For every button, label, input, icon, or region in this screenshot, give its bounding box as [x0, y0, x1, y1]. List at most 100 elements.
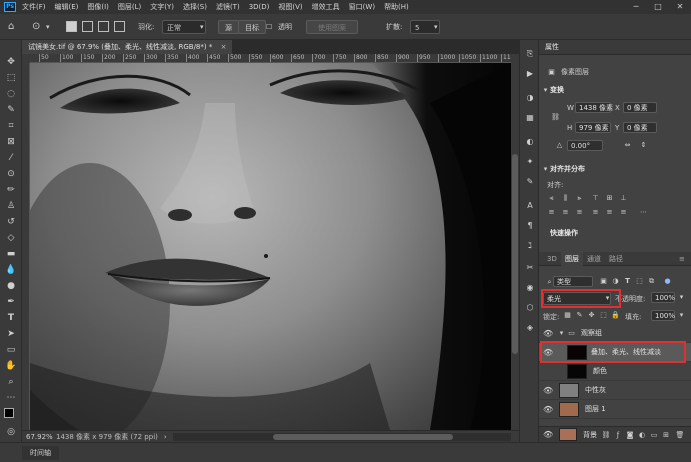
tab-paths[interactable]: 路径	[605, 252, 627, 266]
fx-icon[interactable]: ƒ	[613, 430, 623, 440]
trash-icon[interactable]: 🗑	[675, 430, 685, 440]
distribute-icon[interactable]: ≡	[619, 208, 628, 217]
foreground-color-swatch[interactable]	[4, 408, 14, 418]
home-icon[interactable]: ⌂	[8, 20, 14, 34]
layer-row[interactable]: 👁 中性灰	[539, 381, 691, 400]
eyedropper-tool-icon[interactable]: ⁄	[4, 152, 18, 165]
play-icon[interactable]: ▶	[524, 68, 536, 80]
align-middle-v-icon[interactable]: ⊞	[605, 194, 614, 203]
layer-filter-select[interactable]: 类型	[553, 276, 593, 287]
transparent-checkbox[interactable]: ☐	[266, 20, 272, 34]
intersect-selection-icon[interactable]	[114, 21, 125, 32]
patch-tool-icon[interactable]: ⊙	[32, 20, 40, 34]
lock-transparent-icon[interactable]: ▦	[563, 311, 572, 320]
tab-channels[interactable]: 通道	[583, 252, 605, 266]
fill-field[interactable]: 100%	[651, 310, 675, 321]
tab-layers[interactable]: 图层	[561, 252, 583, 266]
shape-tool-icon[interactable]: ▭	[4, 344, 18, 357]
y-field[interactable]: 0 像素	[623, 122, 657, 133]
swatches-icon[interactable]: ▦	[524, 112, 536, 124]
layer-comps-icon[interactable]: ◈	[524, 322, 536, 334]
lock-position-icon[interactable]: ✥	[587, 311, 596, 320]
marquee-tool-icon[interactable]: ⬚	[4, 72, 18, 85]
horizontal-scrollbar[interactable]	[172, 432, 511, 441]
maximize-button[interactable]: □	[647, 0, 669, 14]
lock-all-icon[interactable]: 🔒	[611, 311, 620, 320]
more-options-icon[interactable]: ⋯	[639, 208, 648, 217]
history-brush-tool-icon[interactable]: ↺	[4, 216, 18, 229]
menu-select[interactable]: 选择(S)	[183, 2, 207, 12]
navigator-icon[interactable]: ◉	[524, 282, 536, 294]
distribute-icon[interactable]: ≡	[561, 208, 570, 217]
brush-tool-icon[interactable]: ✏	[4, 184, 18, 197]
flip-vertical-icon[interactable]: ⇕	[639, 141, 648, 150]
path-select-tool-icon[interactable]: ➤	[4, 328, 18, 341]
height-field[interactable]: 979 像素	[575, 122, 611, 133]
horizontal-scroll-thumb[interactable]	[272, 433, 453, 440]
lasso-tool-icon[interactable]: ◌	[4, 88, 18, 101]
use-pattern-button[interactable]: 使用图案	[306, 20, 358, 34]
visibility-eye-icon[interactable]: 👁	[543, 430, 553, 439]
vertical-scroll-thumb[interactable]	[512, 154, 518, 354]
dodge-tool-icon[interactable]: ●	[4, 280, 18, 293]
stamp-tool-icon[interactable]: ♙	[4, 200, 18, 213]
mask-icon[interactable]: ◙	[625, 430, 635, 440]
filter-smart-icon[interactable]: ⧉	[647, 277, 656, 286]
move-tool-icon[interactable]: ✥	[4, 56, 18, 69]
menu-file[interactable]: 文件(F)	[22, 2, 46, 12]
frame-tool-icon[interactable]: ⊠	[4, 136, 18, 149]
menu-help[interactable]: 帮助(H)	[384, 2, 409, 12]
source-button[interactable]: 源	[218, 20, 239, 34]
distribute-icon[interactable]: ≡	[605, 208, 614, 217]
chevron-down-icon[interactable]: ▾	[541, 86, 550, 95]
add-selection-icon[interactable]	[82, 21, 93, 32]
layer-row[interactable]: 颜色	[539, 362, 691, 381]
eraser-tool-icon[interactable]: ◇	[4, 232, 18, 245]
subtract-selection-icon[interactable]	[98, 21, 109, 32]
document-tab[interactable]: 试镜美女.tif @ 67.9% (叠加、柔光、线性减淡, RGB/8*) * …	[22, 40, 233, 54]
timeline-tab[interactable]: 时间轴	[22, 446, 59, 460]
properties-panel-header[interactable]: 属性	[539, 40, 691, 55]
new-group-icon[interactable]: ▭	[649, 430, 659, 440]
menu-type[interactable]: 文字(Y)	[150, 2, 174, 12]
lock-artboard-icon[interactable]: ⬚	[599, 311, 608, 320]
patch-tool-icon[interactable]: ⊙	[4, 168, 18, 181]
chevron-down-icon[interactable]: ▾	[46, 20, 50, 34]
styles-icon[interactable]: ✦	[524, 156, 536, 168]
chevron-down-icon[interactable]: ▾	[677, 311, 686, 320]
flip-horizontal-icon[interactable]: ⇔	[623, 141, 632, 150]
align-left-icon[interactable]: ⫷	[547, 194, 556, 203]
target-button[interactable]: 目标	[238, 20, 266, 34]
link-icon[interactable]: ⛓	[551, 113, 560, 122]
quick-mask-icon[interactable]: ◎	[4, 426, 18, 439]
glyphs-icon[interactable]: ℷ	[524, 240, 536, 252]
3d-icon[interactable]: ⬡	[524, 302, 536, 314]
align-right-icon[interactable]: ⫸	[575, 194, 584, 203]
chevron-down-icon[interactable]: ▾	[677, 293, 686, 302]
filter-type-icon[interactable]: T	[623, 277, 632, 286]
layer-row[interactable]: 👁 图层 1	[539, 400, 691, 419]
quick-select-tool-icon[interactable]: ✎	[4, 104, 18, 117]
distribute-icon[interactable]: ≡	[547, 208, 556, 217]
filter-shape-icon[interactable]: ⬚	[635, 277, 644, 286]
angle-field[interactable]: 0.00°	[567, 140, 603, 151]
filter-toggle-icon[interactable]: ●	[663, 277, 672, 286]
tab-3d[interactable]: 3D	[543, 252, 561, 266]
new-layer-icon[interactable]: ⊞	[661, 430, 671, 440]
menu-3d[interactable]: 3D(D)	[249, 3, 270, 11]
menu-filter[interactable]: 滤镜(T)	[216, 2, 240, 12]
align-bottom-icon[interactable]: ⊥	[619, 194, 628, 203]
visibility-eye-icon[interactable]: 👁	[543, 386, 553, 395]
type-tool-icon[interactable]: T	[4, 312, 18, 325]
status-arrow-icon[interactable]: ›	[164, 433, 167, 441]
gradient-tool-icon[interactable]: ▬	[4, 248, 18, 261]
tool-presets-icon[interactable]: ✂	[524, 262, 536, 274]
zoom-tool-icon[interactable]: ⌕	[4, 376, 18, 389]
close-button[interactable]: ✕	[669, 0, 691, 14]
hand-tool-icon[interactable]: ✋	[4, 360, 18, 373]
close-tab-icon[interactable]: ×	[221, 43, 227, 51]
filter-pixel-icon[interactable]: ▣	[599, 277, 608, 286]
paragraph-icon[interactable]: ¶	[524, 220, 536, 232]
adjustments-icon[interactable]: ◐	[524, 136, 536, 148]
distribute-icon[interactable]: ≡	[575, 208, 584, 217]
